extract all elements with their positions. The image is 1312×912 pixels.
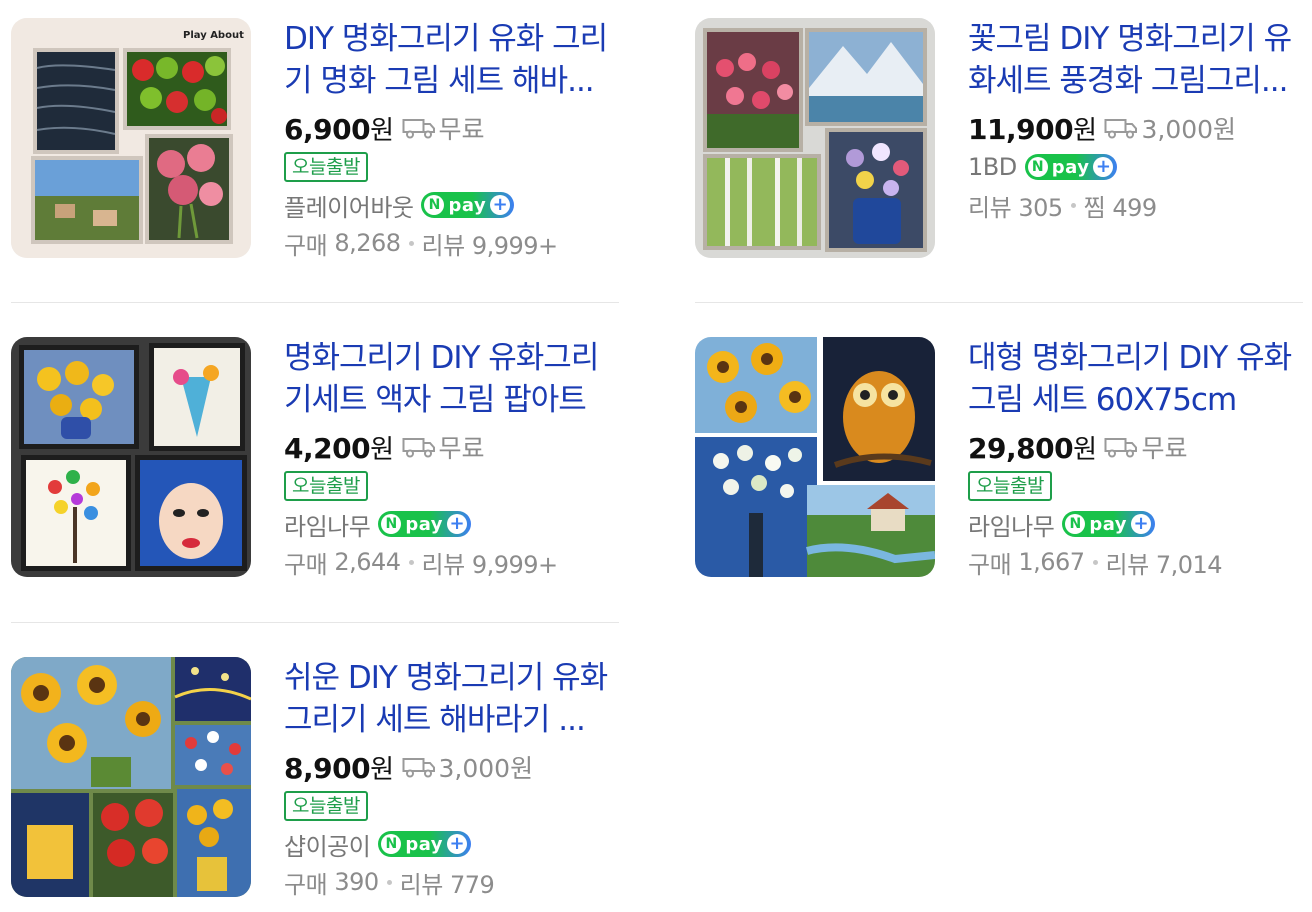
row-divider bbox=[11, 302, 619, 303]
seller-row: 라임나무 Npay + bbox=[968, 505, 1308, 543]
product-title-link[interactable]: 명화그리기 DIY 유화그리기세트 액자 그림 팝아트 bbox=[284, 337, 624, 421]
seller-name-link[interactable]: 라임나무 bbox=[284, 507, 371, 542]
price-row: 8,900원 3,000원 bbox=[284, 747, 624, 787]
seller-row: 샵이공이 Npay + bbox=[284, 825, 624, 863]
product-price: 8,900원 bbox=[284, 751, 394, 785]
npay-plus-icon: + bbox=[1131, 514, 1152, 534]
npay-badge: Npay + bbox=[421, 192, 515, 218]
product-thumbnail[interactable] bbox=[11, 337, 251, 577]
truck-icon bbox=[402, 119, 435, 139]
product-stats: 구매 8,268 리뷰 9,999+ bbox=[284, 224, 624, 262]
npay-badge: Npay + bbox=[378, 511, 472, 537]
seller-name-link[interactable]: 라임나무 bbox=[968, 507, 1055, 542]
seller-name-link[interactable]: 1BD bbox=[968, 153, 1017, 181]
product-card[interactable]: 명화그리기 DIY 유화그리기세트 액자 그림 팝아트 4,200원 무료 오늘… bbox=[11, 337, 621, 587]
review-link[interactable]: 리뷰 7,014 bbox=[1106, 545, 1223, 580]
product-title-link[interactable]: DIY 명화그리기 유화 그리기 명화 그림 세트 해바... bbox=[284, 18, 624, 102]
product-thumbnail[interactable] bbox=[11, 657, 251, 897]
truck-icon bbox=[402, 758, 435, 778]
separator-dot bbox=[408, 559, 414, 565]
npay-plus-icon: + bbox=[490, 195, 511, 215]
row-divider bbox=[695, 302, 1303, 303]
npay-badge: Npay + bbox=[1062, 511, 1156, 537]
today-ship-badge: 오늘출발 bbox=[968, 471, 1052, 501]
seller-row: 1BD Npay + bbox=[968, 148, 1308, 186]
separator-dot bbox=[1092, 559, 1098, 565]
product-card[interactable]: 쉬운 DIY 명화그리기 유화 그리기 세트 해바라기 ... 8,900원 3… bbox=[11, 657, 621, 907]
product-stats: 리뷰 305 찜 499 bbox=[968, 186, 1308, 224]
shipping-info: 무료 bbox=[402, 429, 485, 465]
npay-n-icon: N bbox=[1065, 514, 1086, 534]
truck-icon bbox=[1104, 119, 1138, 139]
review-link[interactable]: 리뷰 9,999+ bbox=[422, 226, 559, 261]
product-thumbnail[interactable] bbox=[695, 337, 935, 577]
price-row: 29,800원 무료 bbox=[968, 427, 1308, 467]
npay-n-icon: N bbox=[1027, 157, 1048, 177]
npay-plus-icon: + bbox=[447, 514, 468, 534]
npay-n-icon: N bbox=[381, 834, 402, 854]
today-ship-badge: 오늘출발 bbox=[284, 471, 368, 501]
npay-n-icon: N bbox=[424, 195, 445, 215]
product-stats: 구매 390 리뷰 779 bbox=[284, 863, 624, 901]
product-card[interactable]: 대형 명화그리기 DIY 유화 그림 세트 60X75cm 29,800원 무료… bbox=[695, 337, 1305, 587]
product-thumbnail[interactable] bbox=[695, 18, 935, 258]
separator-dot bbox=[1070, 202, 1076, 208]
review-link[interactable]: 리뷰 779 bbox=[400, 865, 495, 900]
price-row: 6,900원 무료 bbox=[284, 108, 624, 148]
npay-badge: Npay + bbox=[378, 831, 472, 857]
product-thumbnail[interactable]: Play About bbox=[11, 18, 251, 258]
product-image bbox=[695, 337, 935, 577]
product-title-link[interactable]: 쉬운 DIY 명화그리기 유화 그리기 세트 해바라기 ... bbox=[284, 657, 624, 741]
product-price: 6,900원 bbox=[284, 112, 394, 146]
product-title-link[interactable]: 대형 명화그리기 DIY 유화 그림 세트 60X75cm bbox=[968, 337, 1308, 421]
thumb-brand-text: Play About bbox=[183, 30, 244, 41]
separator-dot bbox=[408, 240, 414, 246]
review-link[interactable]: 리뷰 305 bbox=[968, 188, 1063, 223]
npay-plus-icon: + bbox=[1093, 157, 1114, 177]
price-row: 11,900원 3,000원 bbox=[968, 108, 1308, 148]
seller-row: 라임나무 Npay + bbox=[284, 505, 624, 543]
shipping-fee: 무료 bbox=[438, 434, 485, 463]
shipping-info: 3,000원 bbox=[402, 749, 534, 785]
row-divider bbox=[11, 622, 619, 623]
truck-icon bbox=[1104, 438, 1138, 458]
shipping-info: 무료 bbox=[402, 110, 485, 146]
product-stats: 구매 1,667 리뷰 7,014 bbox=[968, 543, 1308, 581]
product-image bbox=[11, 337, 251, 577]
product-stats: 구매 2,644 리뷰 9,999+ bbox=[284, 543, 624, 581]
product-price: 11,900원 bbox=[968, 112, 1097, 146]
product-image bbox=[11, 657, 251, 897]
truck-icon bbox=[402, 438, 435, 458]
review-link[interactable]: 리뷰 9,999+ bbox=[422, 545, 559, 580]
wishlist-count[interactable]: 찜 499 bbox=[1084, 188, 1158, 223]
today-ship-badge: 오늘출발 bbox=[284, 152, 368, 182]
shipping-fee: 3,000원 bbox=[1141, 115, 1237, 144]
product-price: 29,800원 bbox=[968, 431, 1097, 465]
price-row: 4,200원 무료 bbox=[284, 427, 624, 467]
product-image bbox=[695, 18, 935, 258]
today-ship-badge: 오늘출발 bbox=[284, 791, 368, 821]
shipping-info: 3,000원 bbox=[1104, 110, 1236, 146]
shipping-fee: 3,000원 bbox=[438, 754, 534, 783]
seller-name-link[interactable]: 샵이공이 bbox=[284, 827, 371, 862]
product-card[interactable]: Play About DIY 명화그리기 유화 그리기 명화 그림 세트 해바.… bbox=[11, 18, 621, 268]
npay-badge: Npay + bbox=[1024, 154, 1118, 180]
separator-dot bbox=[386, 879, 392, 885]
seller-row: 플레이어바웃 Npay + bbox=[284, 186, 624, 224]
shipping-fee: 무료 bbox=[438, 115, 485, 144]
product-price: 4,200원 bbox=[284, 431, 394, 465]
product-image: Play About bbox=[11, 18, 251, 258]
seller-name-link[interactable]: 플레이어바웃 bbox=[284, 188, 414, 223]
npay-n-icon: N bbox=[381, 514, 402, 534]
product-card[interactable]: 꽃그림 DIY 명화그리기 유화세트 풍경화 그림그리... 11,900원 3… bbox=[695, 18, 1305, 268]
shipping-fee: 무료 bbox=[1141, 434, 1188, 463]
npay-plus-icon: + bbox=[447, 834, 468, 854]
product-title-link[interactable]: 꽃그림 DIY 명화그리기 유화세트 풍경화 그림그리... bbox=[968, 18, 1308, 102]
shipping-info: 무료 bbox=[1104, 429, 1188, 465]
